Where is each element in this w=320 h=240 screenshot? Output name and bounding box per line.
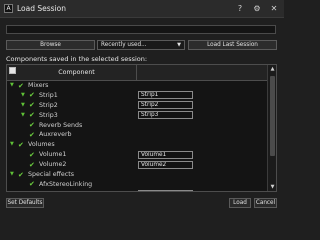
- tree-item-label: Auxreverb: [39, 131, 72, 139]
- check-icon[interactable]: ✔: [29, 190, 36, 191]
- expand-arrow-icon[interactable]: ▼: [10, 141, 16, 148]
- expand-arrow-icon[interactable]: ▼: [10, 171, 16, 178]
- expand-arrow-icon[interactable]: ▼: [21, 102, 27, 109]
- check-icon[interactable]: ✔: [29, 161, 36, 169]
- check-icon[interactable]: ✔: [18, 82, 25, 90]
- tree-row[interactable]: ✔ Volume2 Volume2: [7, 160, 268, 170]
- table-header: Component: [7, 65, 267, 81]
- dropdown-arrow-icon: ▼: [177, 42, 181, 48]
- tree-row[interactable]: ✔ Auxreverb: [7, 130, 268, 140]
- vertical-scrollbar[interactable]: ▲ ▼: [267, 65, 276, 191]
- tree-item-label: Special effects: [28, 171, 74, 179]
- select-all-checkbox[interactable]: [9, 67, 16, 74]
- tree-row[interactable]: ▼ ✔ Strip1 Strip1: [7, 91, 268, 101]
- help-icon[interactable]: ?: [234, 3, 246, 15]
- check-icon[interactable]: ✔: [18, 141, 25, 149]
- session-path-field[interactable]: [6, 25, 276, 34]
- scrollbar-thumb[interactable]: [270, 76, 275, 156]
- tree-item-label: AfxStereoLinking: [39, 180, 93, 188]
- tree-row[interactable]: ✔ Volume1 Volume1: [7, 150, 268, 160]
- check-icon[interactable]: ✔: [18, 171, 25, 179]
- check-icon[interactable]: ✔: [29, 180, 36, 188]
- target-name-field[interactable]: Volume2: [138, 160, 193, 169]
- tree-row[interactable]: ▼ ✔ Special effects: [7, 170, 268, 180]
- app-logo-icon: A: [4, 4, 13, 13]
- tree-row[interactable]: ▼ ✔ Strip2 Strip2: [7, 101, 268, 111]
- tree-item-label: Mixers: [28, 82, 49, 89]
- tree-rows: ▼ ✔ Mixers ▼ ✔ Strip1 Strip1 ▼ ✔ Strip2 Strip2 ▼ ✔ St…: [7, 81, 268, 192]
- check-icon[interactable]: ✔: [29, 121, 36, 129]
- tree-item-label: Strip3: [39, 111, 58, 119]
- load-button[interactable]: Load: [229, 198, 251, 208]
- target-name-field[interactable]: Afx1: [138, 190, 193, 191]
- window-title: Load Session: [17, 4, 66, 13]
- tree-item-label: AfxStereo: [39, 190, 70, 192]
- check-icon[interactable]: ✔: [29, 101, 36, 109]
- close-icon[interactable]: ✕: [268, 3, 280, 15]
- scroll-down-icon[interactable]: ▼: [268, 183, 276, 191]
- settings-gear-icon[interactable]: ⚙: [251, 3, 263, 15]
- load-last-session-button[interactable]: Load Last Session: [188, 40, 277, 50]
- tree-row[interactable]: ▼ ✔ Mixers: [7, 81, 268, 91]
- target-name-field[interactable]: Volume1: [138, 150, 193, 159]
- check-icon[interactable]: ✔: [29, 111, 36, 119]
- recent-sessions-dropdown[interactable]: Recently used... ▼: [97, 40, 185, 50]
- tree-row[interactable]: ✔ Reverb Sends: [7, 121, 268, 131]
- tree-item-label: Volume1: [39, 151, 67, 159]
- tree-item-label: Volumes: [28, 141, 55, 149]
- components-caption: Components saved in the selected session…: [6, 55, 148, 63]
- components-tree-table: Component ▼ ✔ Mixers ▼ ✔ Strip1 Strip1 ▼ ✔ Strip2…: [6, 64, 277, 192]
- tree-row[interactable]: ✔ AfxStereoLinking: [7, 180, 268, 190]
- tree-row[interactable]: ▼ ✔ Volumes: [7, 140, 268, 150]
- target-name-field[interactable]: Strip2: [138, 101, 193, 110]
- set-defaults-button[interactable]: Set Defaults: [6, 198, 44, 208]
- tree-row[interactable]: ✔AfxStereo Afx1: [7, 190, 268, 192]
- check-icon[interactable]: ✔: [29, 91, 36, 99]
- target-name-field[interactable]: Strip3: [138, 111, 193, 120]
- check-icon[interactable]: ✔: [29, 131, 36, 139]
- tree-item-label: Volume2: [39, 161, 67, 169]
- scroll-up-icon[interactable]: ▲: [268, 65, 276, 73]
- column-header-component[interactable]: Component: [17, 65, 137, 81]
- expand-arrow-icon[interactable]: ▼: [21, 112, 27, 119]
- expand-arrow-icon[interactable]: ▼: [21, 92, 27, 99]
- tree-row[interactable]: ▼ ✔ Strip3 Strip3: [7, 111, 268, 121]
- target-name-field[interactable]: Strip1: [138, 91, 193, 100]
- recent-sessions-value: Recently used...: [101, 42, 147, 48]
- cancel-button[interactable]: Cancel: [254, 198, 277, 208]
- expand-arrow-icon[interactable]: ▼: [10, 82, 16, 89]
- title-bar: A Load Session ? ⚙ ✕: [0, 0, 284, 18]
- tree-item-label: Reverb Sends: [39, 121, 83, 129]
- tree-item-label: Strip2: [39, 101, 58, 109]
- browse-button[interactable]: Browse: [6, 40, 95, 50]
- check-icon[interactable]: ✔: [29, 151, 36, 159]
- tree-item-label: Strip1: [39, 91, 58, 99]
